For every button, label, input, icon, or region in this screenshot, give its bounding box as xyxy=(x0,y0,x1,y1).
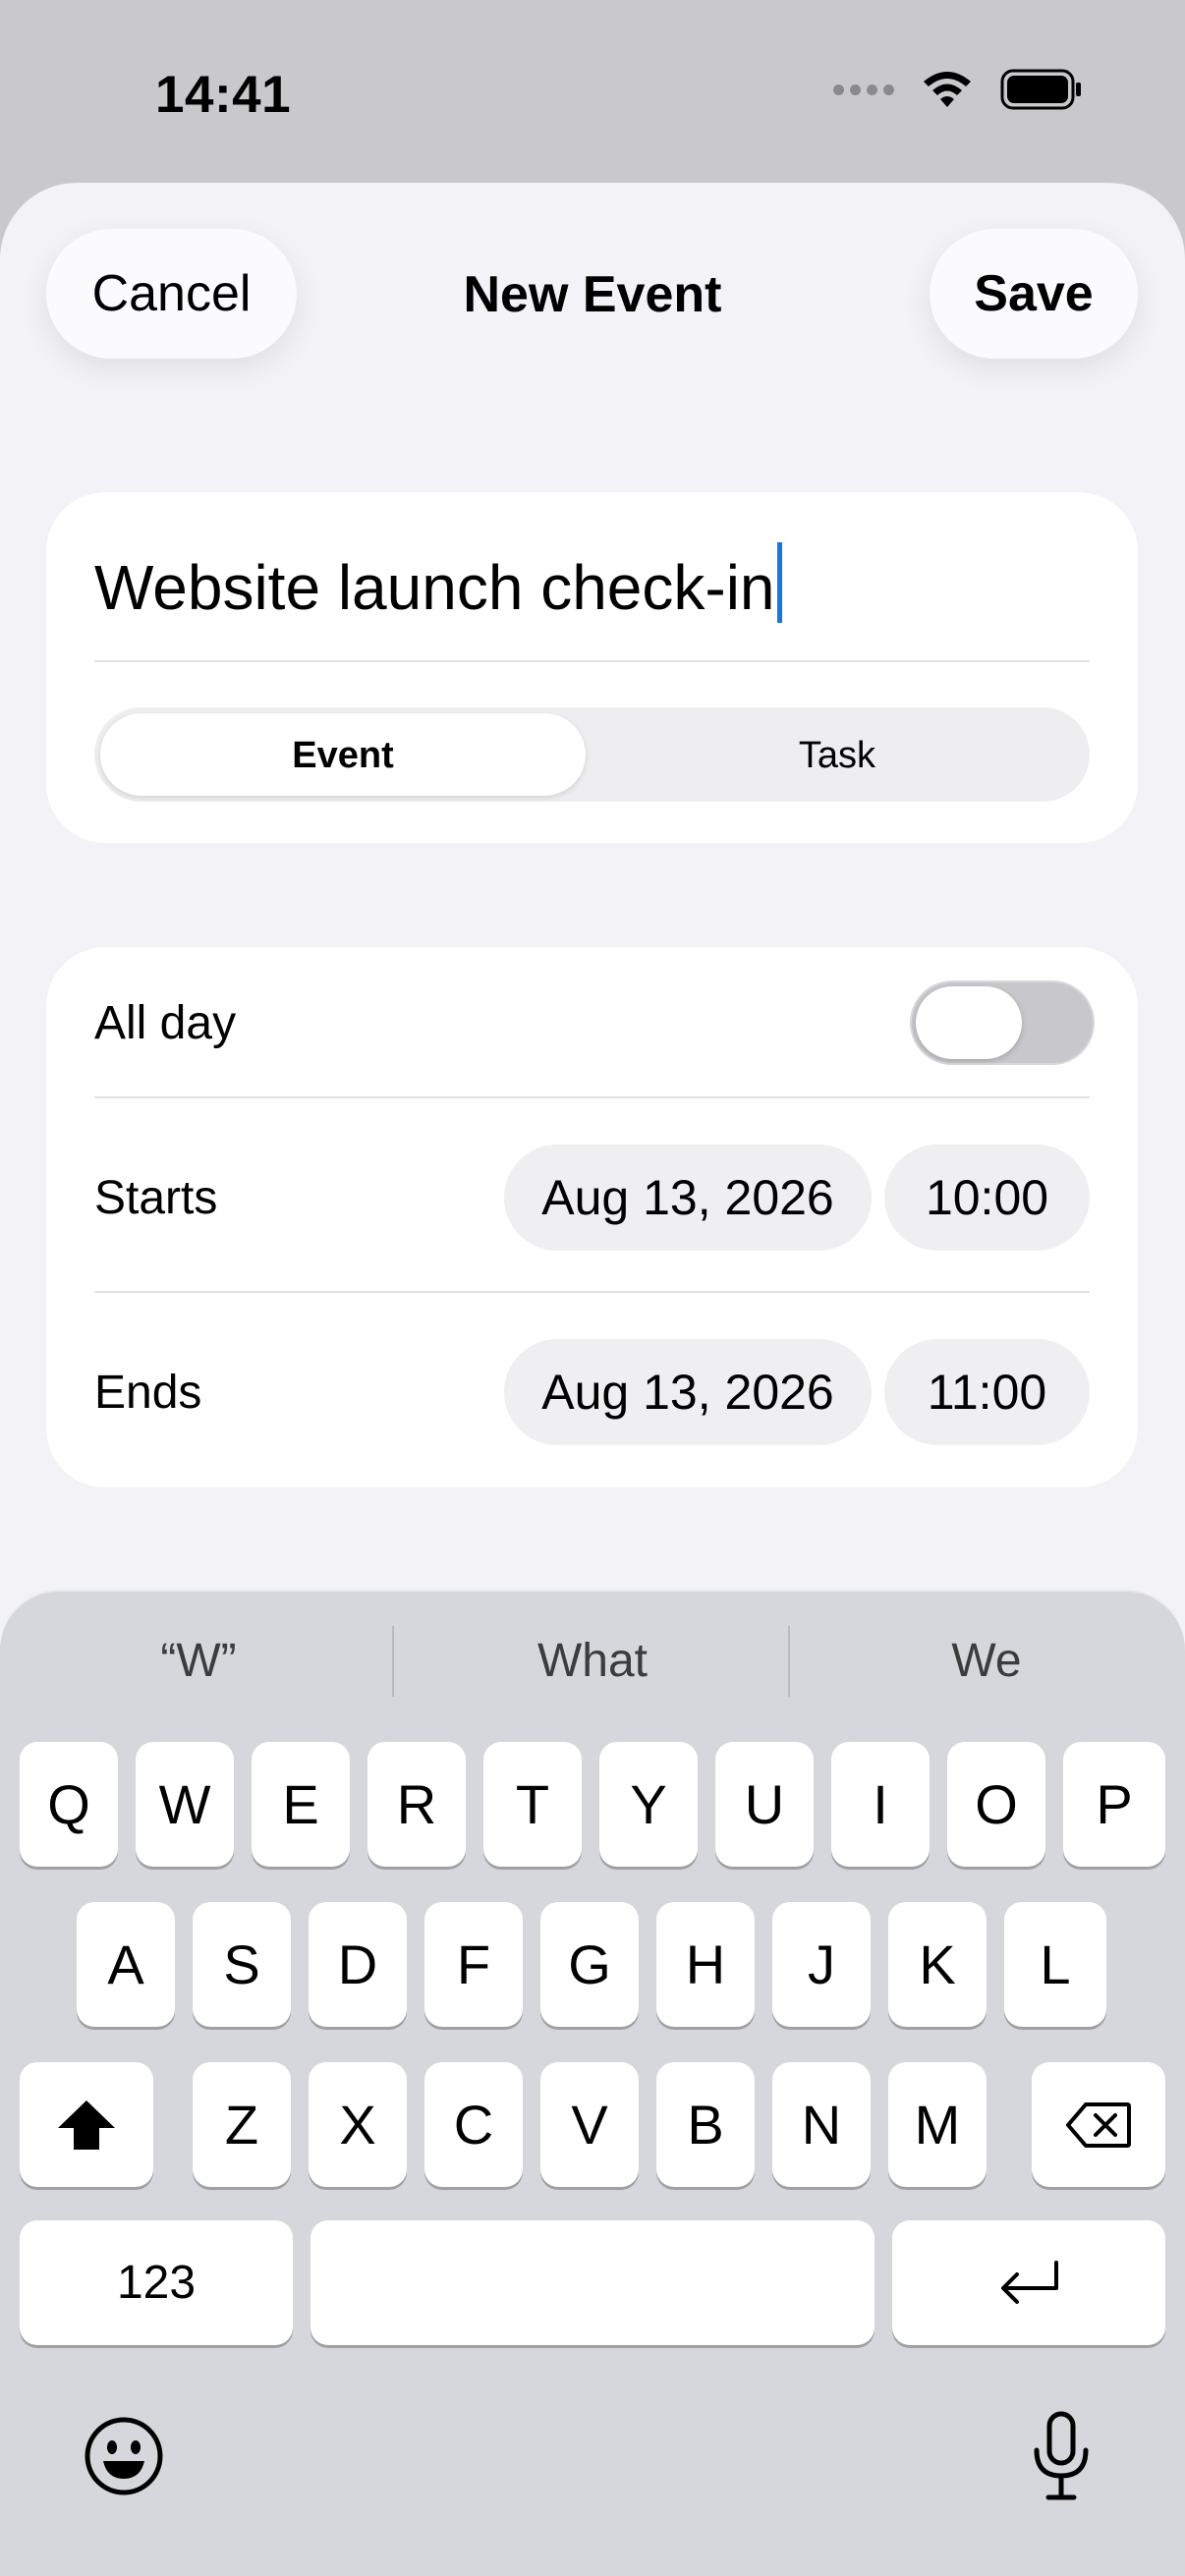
key-r[interactable]: R xyxy=(367,1742,466,1867)
key-j[interactable]: J xyxy=(772,1902,871,2027)
status-time: 14:41 xyxy=(155,66,292,124)
start-time-chip[interactable]: 10:00 xyxy=(884,1145,1090,1251)
divider xyxy=(94,660,1090,662)
key-t[interactable]: T xyxy=(483,1742,582,1867)
key-e[interactable]: E xyxy=(252,1742,350,1867)
segment-event[interactable]: Event xyxy=(100,735,586,777)
key-w[interactable]: W xyxy=(136,1742,234,1867)
starts-label: Starts xyxy=(94,1172,218,1224)
shift-icon xyxy=(58,2100,115,2150)
key-i[interactable]: I xyxy=(831,1742,930,1867)
toggle-knob xyxy=(916,986,1022,1059)
key-s[interactable]: S xyxy=(193,1902,291,2027)
ends-label: Ends xyxy=(94,1367,202,1419)
suggestion-divider xyxy=(392,1626,394,1697)
key-k[interactable]: K xyxy=(888,1902,987,2027)
divider xyxy=(94,1291,1090,1293)
delete-key[interactable] xyxy=(1032,2062,1165,2187)
key-m[interactable]: M xyxy=(888,2062,987,2187)
microphone-icon xyxy=(1034,2411,1089,2500)
return-icon xyxy=(1001,2260,1058,2304)
suggestion-1[interactable]: “W” xyxy=(2,1634,395,1688)
delete-icon xyxy=(1066,2101,1131,2148)
event-title-field[interactable]: Website launch check-in xyxy=(94,542,782,624)
text-cursor xyxy=(776,542,782,623)
cellular-signal-icon xyxy=(833,84,894,95)
start-date-chip[interactable]: Aug 13, 2026 xyxy=(504,1145,872,1251)
key-u[interactable]: U xyxy=(715,1742,814,1867)
key-a[interactable]: A xyxy=(77,1902,175,2027)
key-d[interactable]: D xyxy=(309,1902,407,2027)
all-day-label: All day xyxy=(94,997,237,1049)
key-f[interactable]: F xyxy=(424,1902,523,2027)
emoji-icon xyxy=(85,2417,163,2495)
dictation-button[interactable] xyxy=(1022,2409,1100,2503)
key-c[interactable]: C xyxy=(424,2062,523,2187)
key-h[interactable]: H xyxy=(656,1902,755,2027)
return-key[interactable] xyxy=(892,2220,1165,2345)
key-p[interactable]: P xyxy=(1063,1742,1165,1867)
segment-task[interactable]: Task xyxy=(592,735,1083,777)
all-day-toggle[interactable] xyxy=(910,980,1095,1065)
emoji-button[interactable] xyxy=(83,2415,165,2497)
key-z[interactable]: Z xyxy=(193,2062,291,2187)
key-g[interactable]: G xyxy=(540,1902,639,2027)
divider xyxy=(94,1096,1090,1098)
suggestion-2[interactable]: What xyxy=(396,1634,789,1688)
key-o[interactable]: O xyxy=(947,1742,1045,1867)
key-b[interactable]: B xyxy=(656,2062,755,2187)
battery-icon xyxy=(1000,69,1081,110)
end-time-chip[interactable]: 11:00 xyxy=(884,1339,1090,1445)
end-date-chip[interactable]: Aug 13, 2026 xyxy=(504,1339,872,1445)
space-key[interactable] xyxy=(310,2220,875,2345)
key-q[interactable]: Q xyxy=(20,1742,118,1867)
key-n[interactable]: N xyxy=(772,2062,871,2187)
status-icons xyxy=(833,69,1083,110)
key-x[interactable]: X xyxy=(309,2062,407,2187)
wifi-icon xyxy=(924,72,971,107)
event-title-text: Website launch check-in xyxy=(94,552,775,623)
suggestion-3[interactable]: We xyxy=(790,1634,1183,1688)
key-y[interactable]: Y xyxy=(599,1742,698,1867)
numbers-key[interactable]: 123 xyxy=(20,2220,293,2345)
shift-key[interactable] xyxy=(20,2062,153,2187)
key-v[interactable]: V xyxy=(540,2062,639,2187)
save-button[interactable]: Save xyxy=(930,229,1138,359)
key-l[interactable]: L xyxy=(1004,1902,1106,2027)
